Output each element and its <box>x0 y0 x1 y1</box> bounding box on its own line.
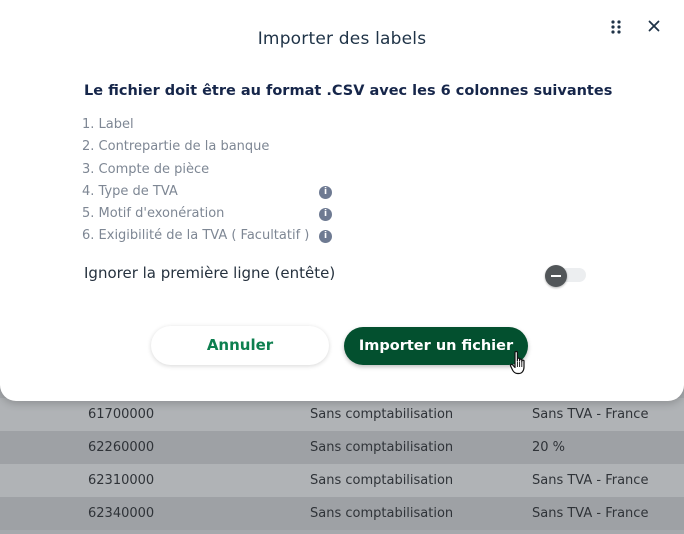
table-row: 62260000 Sans comptabilisation 20 % <box>0 431 684 464</box>
import-labels-modal: Importer des labels Le fichier doit être… <box>0 0 684 401</box>
table-cell-counterpart: Sans comptabilisation <box>310 407 454 422</box>
ignore-first-line-toggle[interactable] <box>545 265 586 287</box>
table-cell-counterpart: Sans comptabilisation <box>310 473 454 488</box>
table-cell-counterpart: Sans comptabilisation <box>310 506 454 521</box>
list-item: 3. Compte de pièce <box>82 162 342 184</box>
table-cell-account: 62310000 <box>88 473 155 488</box>
modal-title: Importer des labels <box>257 29 427 49</box>
list-item: 4. Type de TVA i <box>82 184 342 206</box>
table-cell-vat: Sans TVA - France <box>532 473 649 488</box>
toggle-knob <box>545 265 567 287</box>
table-row: 62340000 Sans comptabilisation Sans TVA … <box>0 497 684 530</box>
column-label: 5. Motif d'exonération <box>82 206 225 222</box>
table-cell-vat: Sans TVA - France <box>532 506 649 521</box>
table-cell-counterpart: Sans comptabilisation <box>310 440 454 455</box>
ignore-first-line-label: Ignorer la première ligne (entête) <box>84 264 336 282</box>
drag-handle-icon[interactable] <box>609 20 623 34</box>
hand-pointer-icon <box>509 350 525 375</box>
table-row: 62310000 Sans comptabilisation Sans TVA … <box>0 464 684 497</box>
column-label: 6. Exigibilité de la TVA ( Facultatif ) <box>82 228 310 244</box>
column-label: 3. Compte de pièce <box>82 161 210 177</box>
table-cell-vat: 20 % <box>532 440 566 455</box>
info-icon[interactable]: i <box>319 185 332 199</box>
table-cell-account: 61700000 <box>88 407 155 422</box>
table-cell-vat: Sans TVA - France <box>532 407 649 422</box>
table-cell-account: 62260000 <box>88 440 155 455</box>
column-label: 4. Type de TVA <box>82 183 178 199</box>
list-item: 5. Motif d'exonération i <box>82 206 342 228</box>
table-cell-account: 62340000 <box>88 506 155 521</box>
import-file-button[interactable]: Importer un fichier <box>344 327 528 365</box>
column-label: 2. Contrepartie de la banque <box>82 139 270 155</box>
list-item: 1. Label <box>82 117 342 139</box>
column-label: 1. Label <box>82 117 134 132</box>
background-table: 61700000 Sans comptabilisation Sans TVA … <box>0 398 684 530</box>
info-icon[interactable]: i <box>319 208 332 222</box>
list-item: 6. Exigibilité de la TVA ( Facultatif ) … <box>82 228 342 250</box>
cancel-button[interactable]: Annuler <box>151 326 329 365</box>
list-item: 2. Contrepartie de la banque <box>82 139 342 161</box>
format-instructions: Le fichier doit être au format .CSV avec… <box>84 83 613 99</box>
required-columns-list: 1. Label 2. Contrepartie de la banque 3.… <box>82 117 342 251</box>
table-row: 61700000 Sans comptabilisation Sans TVA … <box>0 398 684 431</box>
info-icon[interactable]: i <box>319 230 332 244</box>
close-icon[interactable] <box>645 17 663 35</box>
